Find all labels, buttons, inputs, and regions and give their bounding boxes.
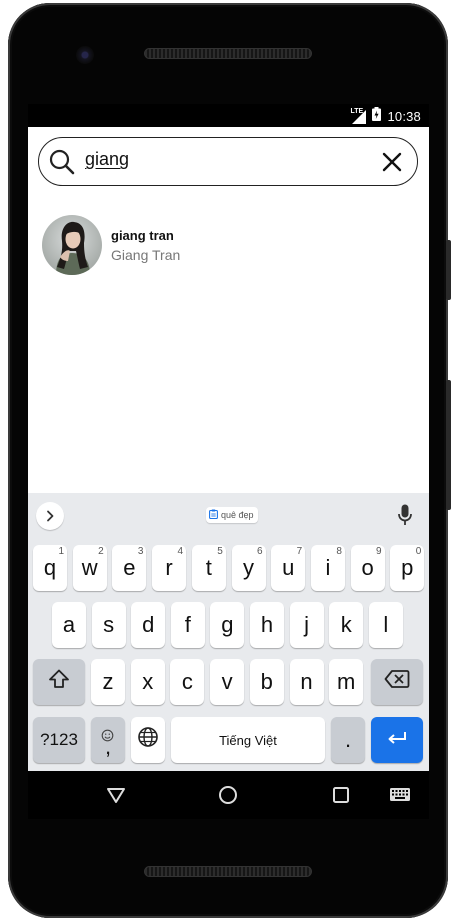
key-k[interactable]: k [329, 602, 364, 648]
result-display-name: Giang Tran [111, 246, 181, 263]
clipboard-suggestion-chip[interactable]: quê đẹp [206, 507, 258, 523]
key-s[interactable]: s [91, 602, 126, 648]
key-hint: 4 [177, 546, 184, 557]
key-hint: 1 [58, 546, 64, 557]
backspace-key[interactable] [371, 659, 423, 705]
key-p[interactable]: p0 [390, 545, 425, 591]
search-bar[interactable]: giang [38, 137, 418, 186]
keyboard-icon[interactable] [388, 783, 412, 807]
earpiece-speaker [144, 48, 312, 59]
key-u[interactable]: u7 [271, 545, 306, 591]
search-input[interactable]: giang [85, 149, 129, 170]
result-username: giang tran [111, 227, 174, 243]
backspace-icon [384, 669, 410, 695]
key-h[interactable]: h [250, 602, 284, 648]
key-hint: 8 [336, 546, 342, 557]
status-time: 10:38 [387, 109, 421, 124]
recents-square-icon[interactable] [329, 783, 353, 807]
space-key[interactable]: Tiếng Việt [171, 717, 325, 763]
key-hint: 7 [296, 546, 303, 557]
key-y[interactable]: y6 [231, 545, 266, 591]
mic-icon[interactable] [398, 504, 412, 531]
symbols-key[interactable]: ?123 [33, 717, 85, 763]
status-bar: LTE 10:38 [28, 104, 429, 127]
globe-key[interactable] [131, 717, 165, 763]
key-w[interactable]: w2 [72, 545, 107, 591]
key-n[interactable]: n [289, 659, 324, 705]
key-b[interactable]: b [249, 659, 284, 705]
key-r[interactable]: r4 [152, 545, 187, 591]
key-hint: 0 [415, 546, 422, 557]
keyboard-toolbar: quê đẹp [28, 493, 429, 537]
clipboard-suggestion-text: quê đẹp [221, 510, 254, 520]
key-hint: 6 [256, 546, 263, 557]
bottom-speaker [144, 866, 312, 877]
key-z[interactable]: z [91, 659, 125, 705]
home-circle-icon[interactable] [216, 783, 240, 807]
key-g[interactable]: g [210, 602, 245, 648]
volume-button [446, 240, 451, 300]
soft-keyboard: quê đẹp q1w2e3r4t5y6u7i8o9p0 asdfghjkl zxc… [28, 493, 429, 771]
avatar [42, 215, 102, 275]
navigation-bar [28, 771, 429, 819]
lte-signal-icon: LTE [350, 108, 367, 124]
key-m[interactable]: m [329, 659, 364, 705]
enter-key[interactable] [371, 717, 423, 763]
period-key[interactable]: . [331, 717, 365, 763]
search-icon [49, 149, 75, 175]
comma-key[interactable]: , [91, 717, 125, 763]
key-q[interactable]: q1 [33, 545, 67, 591]
emoji-icon [101, 722, 114, 748]
search-screen: giang giang tran Giang Tran [28, 127, 429, 493]
key-v[interactable]: v [210, 659, 245, 705]
chevron-right-icon[interactable] [36, 502, 64, 530]
front-camera [76, 46, 94, 64]
key-d[interactable]: d [131, 602, 166, 648]
shift-icon [48, 668, 70, 696]
close-icon[interactable] [381, 151, 403, 173]
key-i[interactable]: i8 [310, 545, 345, 591]
key-hint: 3 [137, 546, 144, 557]
globe-icon [137, 726, 159, 754]
battery-icon [372, 107, 382, 126]
key-hint: 5 [217, 546, 223, 557]
power-button [446, 380, 451, 510]
enter-icon [386, 727, 408, 753]
key-e[interactable]: e3 [112, 545, 147, 591]
shift-key[interactable] [33, 659, 85, 705]
key-c[interactable]: c [170, 659, 205, 705]
clipboard-icon [209, 509, 218, 521]
key-j[interactable]: j [289, 602, 324, 648]
key-hint: 2 [98, 546, 104, 557]
search-result-item[interactable]: giang tran Giang Tran [42, 215, 412, 275]
key-l[interactable]: l [368, 602, 403, 648]
back-triangle-icon[interactable] [104, 783, 128, 807]
key-hint: 9 [376, 546, 382, 557]
key-a[interactable]: a [52, 602, 86, 648]
key-t[interactable]: t5 [191, 545, 226, 591]
key-f[interactable]: f [170, 602, 205, 648]
key-o[interactable]: o9 [350, 545, 385, 591]
key-x[interactable]: x [130, 659, 165, 705]
